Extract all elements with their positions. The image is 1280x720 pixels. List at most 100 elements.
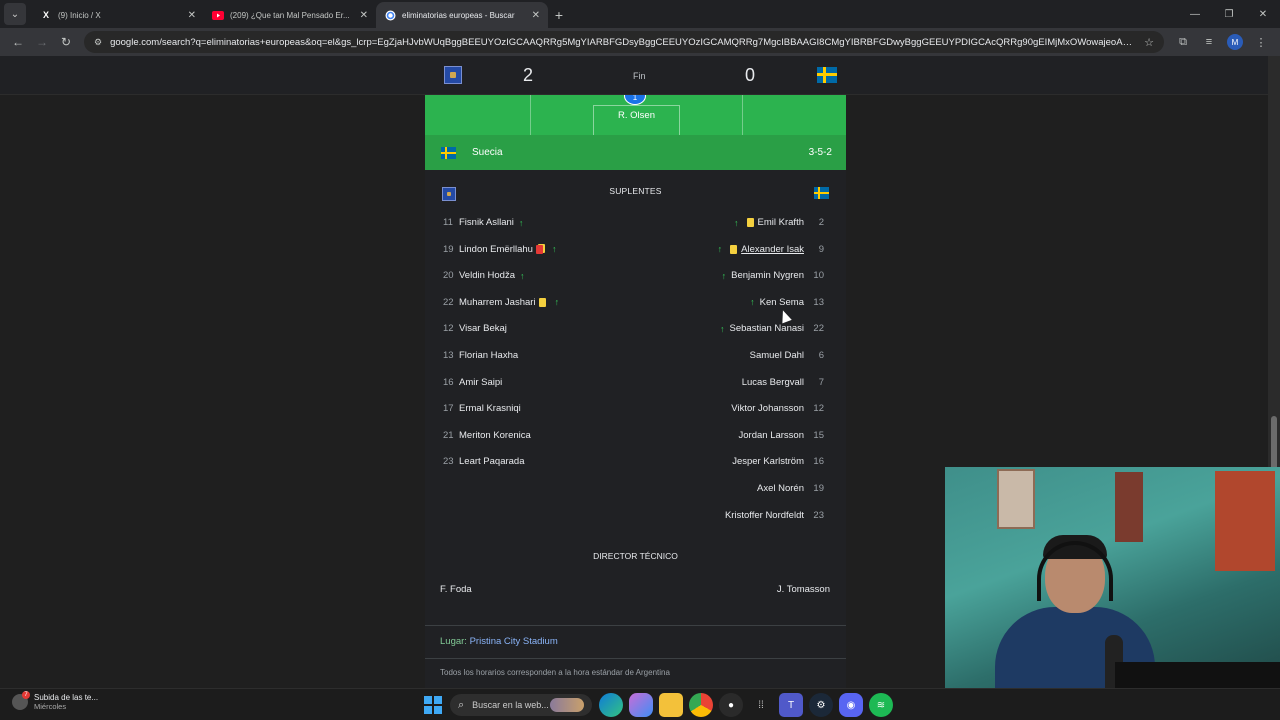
discord-icon[interactable]: ◉ <box>839 693 863 717</box>
windows-start-icon[interactable] <box>424 696 442 714</box>
away-sub-player[interactable]: Jesper Karlström 16 <box>732 456 824 467</box>
player-number: 13 <box>443 349 454 361</box>
reload-icon[interactable]: ↻ <box>54 30 78 54</box>
media-controls-icon[interactable]: ≡ <box>1196 30 1222 54</box>
home-sub-player[interactable]: 12 Visar Bekaj <box>443 323 507 334</box>
away-sub-player[interactable]: Axel Norén 19 <box>757 483 824 494</box>
subs-row: 17 Ermal Krasniqi Viktor Johansson 12 <box>425 396 846 423</box>
home-sub-player[interactable]: 20 Veldin Hodža ↑ <box>443 270 529 281</box>
player-name: Viktor Johansson <box>731 403 804 415</box>
player-number: 23 <box>443 456 454 468</box>
forward-icon[interactable]: → <box>30 30 54 54</box>
avatar: M <box>1227 34 1243 50</box>
taskbar-notification[interactable]: 7 Subida de las te... Miércoles <box>12 691 99 711</box>
player-number: 20 <box>443 270 454 282</box>
file-explorer-icon[interactable] <box>659 693 683 717</box>
wall-poster <box>1115 472 1143 542</box>
player-number: 10 <box>813 270 824 282</box>
away-sub-player[interactable]: Viktor Johansson 12 <box>731 403 824 414</box>
away-sub-player[interactable]: ↑ Ken Sema 13 <box>745 297 824 308</box>
taskbar-search-placeholder: Buscar en la web... <box>472 700 549 710</box>
goalkeeper-marker[interactable]: 1 <box>624 95 646 105</box>
player-number: 9 <box>818 243 824 255</box>
player-number: 17 <box>443 403 454 415</box>
home-sub-player[interactable]: 21 Meriton Korenica <box>443 430 531 441</box>
player-name: Jordan Larsson <box>738 429 804 441</box>
notification-app-icon: 7 <box>12 691 30 710</box>
back-icon[interactable]: ← <box>6 30 30 54</box>
teams-icon[interactable]: T <box>779 693 803 717</box>
player-number: 12 <box>813 403 824 415</box>
subs-title: SUPLENTES <box>609 186 662 196</box>
sub-in-arrow-icon: ↑ <box>750 297 755 308</box>
away-sub-player[interactable]: ↑ Alexander Isak 9 <box>713 244 824 255</box>
new-tab-button[interactable]: + <box>548 2 570 28</box>
google-icon <box>384 9 396 21</box>
browser-menu-icon[interactable]: ⋮ <box>1248 30 1274 54</box>
close-tab-icon[interactable]: ✕ <box>188 10 196 21</box>
player-number: 6 <box>818 349 824 361</box>
player-number: 22 <box>443 296 454 308</box>
venue-link[interactable]: Pristina City Stadium <box>470 636 558 647</box>
sub-in-arrow-icon: ↑ <box>734 217 739 228</box>
pitch-line <box>530 95 531 135</box>
bookmark-star-icon[interactable]: ☆ <box>1144 36 1154 49</box>
site-info-icon[interactable]: ⚙ <box>94 37 102 48</box>
away-sub-player[interactable]: Kristoffer Nordfeldt 23 <box>725 510 824 521</box>
sweden-flag-icon <box>441 146 456 159</box>
tab-youtube[interactable]: (209) ¿Que tan Mal Pensado Er... ✕ <box>204 2 376 28</box>
edge-icon[interactable] <box>599 693 623 717</box>
red-card-icon <box>535 244 543 254</box>
away-sub-player[interactable]: Jordan Larsson 15 <box>739 430 824 441</box>
away-sub-player[interactable]: ↑ Benjamin Nygren 10 <box>717 270 824 281</box>
away-sub-player[interactable]: Lucas Bergvall 7 <box>742 377 824 388</box>
tab-title: (9) Inicio / X <box>58 10 101 20</box>
tab-x[interactable]: X (9) Inicio / X ✕ <box>32 2 204 28</box>
home-coach[interactable]: F. Foda <box>440 584 472 595</box>
tab-search-icon[interactable]: ⌄ <box>4 3 26 25</box>
copilot-icon[interactable] <box>629 693 653 717</box>
close-tab-icon[interactable]: ✕ <box>532 10 540 21</box>
steam-icon[interactable]: ⚙ <box>809 693 833 717</box>
player-name: Emil Krafth <box>757 217 804 228</box>
away-sub-player[interactable]: Samuel Dahl 6 <box>750 350 824 361</box>
sweden-flag-icon <box>814 187 829 199</box>
player-name: Benjamin Nygren <box>731 270 804 282</box>
home-sub-player[interactable]: 19 Lindon Emërllahu ↑ <box>443 244 561 255</box>
away-sub-player[interactable]: ↑ Emil Krafth 2 <box>729 217 824 228</box>
x-logo-icon: X <box>42 10 49 20</box>
scrollbar-thumb[interactable] <box>1271 416 1277 472</box>
tab-google-search[interactable]: eliminatorias europeas - Buscar ✕ <box>376 2 548 28</box>
notification-title: Subida de las te... <box>34 693 99 702</box>
player-name: Veldin Hodža <box>459 270 515 282</box>
subs-row: 23 Leart Paqarada Jesper Karlström 16 <box>425 449 846 476</box>
taskbar-search[interactable]: ⌕ Buscar en la web... <box>450 694 592 716</box>
profile-button[interactable]: M <box>1222 30 1248 54</box>
pitch: 1 R. Olsen <box>425 95 846 135</box>
sweden-flag-icon <box>817 67 837 83</box>
home-sub-player[interactable]: 17 Ermal Krasniqi <box>443 403 521 414</box>
away-coach[interactable]: J. Tomasson <box>777 584 830 595</box>
obs-icon[interactable]: ● <box>719 693 743 717</box>
url-text: google.com/search?q=eliminatorias+europe… <box>110 36 1137 48</box>
taskbar-apps: ⌕ Buscar en la web... ● ⁞⁞ T ⚙ ◉ ≋ <box>424 693 896 717</box>
home-sub-player[interactable]: 13 Florian Haxha <box>443 350 518 361</box>
address-bar[interactable]: ⚙ google.com/search?q=eliminatorias+euro… <box>84 31 1164 53</box>
grid-app-icon[interactable]: ⁞⁞ <box>749 693 773 717</box>
chrome-icon[interactable] <box>689 693 713 717</box>
home-sub-player[interactable]: 22 Muharrem Jashari ↑ <box>443 297 564 308</box>
away-sub-player[interactable]: ↑ Sebastian Nanasi 22 <box>715 323 824 334</box>
minimize-icon[interactable]: — <box>1178 0 1212 28</box>
extensions-icon[interactable]: ⧉ <box>1170 30 1196 54</box>
goalkeeper-name[interactable]: R. Olsen <box>593 110 680 121</box>
spotify-icon[interactable]: ≋ <box>869 693 893 717</box>
player-number: 19 <box>443 243 454 255</box>
player-number: 21 <box>443 429 454 441</box>
close-window-icon[interactable]: ✕ <box>1246 0 1280 28</box>
restore-icon[interactable]: ❐ <box>1212 0 1246 28</box>
home-sub-player[interactable]: 16 Amir Saipi <box>443 377 502 388</box>
home-sub-player[interactable]: 23 Leart Paqarada <box>443 456 525 467</box>
subs-row: 13 Florian Haxha Samuel Dahl 6 <box>425 343 846 370</box>
home-sub-player[interactable]: 11 Fisnik Asllani ↑ <box>443 217 528 228</box>
close-tab-icon[interactable]: ✕ <box>360 10 368 21</box>
